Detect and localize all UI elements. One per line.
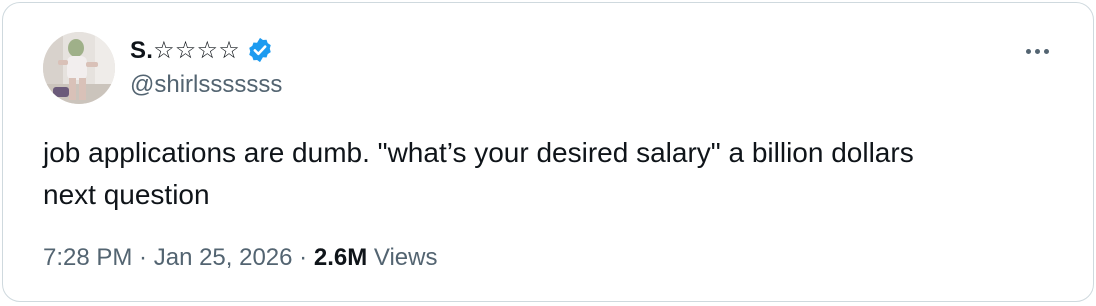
tweet-card: S.☆☆☆☆ @shirlsssssss job applications ar… — [2, 2, 1094, 302]
views-count[interactable]: 2.6M — [314, 244, 367, 271]
meta-separator: · — [292, 244, 314, 271]
display-name[interactable]: S.☆☆☆☆ — [130, 36, 240, 65]
more-dot — [1025, 48, 1031, 54]
avatar-photo — [43, 32, 115, 104]
more-dot — [1043, 48, 1049, 54]
user-avatar[interactable] — [43, 32, 115, 104]
user-name-row: S.☆☆☆☆ — [130, 33, 274, 67]
views-label: Views — [373, 244, 438, 271]
tweet-text: job applications are dumb. "what’s your … — [43, 137, 914, 210]
verified-badge-icon — [246, 36, 274, 64]
more-dot — [1034, 48, 1040, 54]
tweet-meta: 7:28 PM · Jan 25, 2026 · 2.6M Views — [43, 244, 437, 272]
tweet-date[interactable]: Jan 25, 2026 — [154, 244, 293, 271]
user-handle[interactable]: @shirlsssssss — [130, 71, 282, 99]
more-options-icon[interactable] — [1017, 41, 1057, 61]
tweet-time[interactable]: 7:28 PM — [43, 244, 132, 271]
meta-separator: · — [132, 244, 154, 271]
